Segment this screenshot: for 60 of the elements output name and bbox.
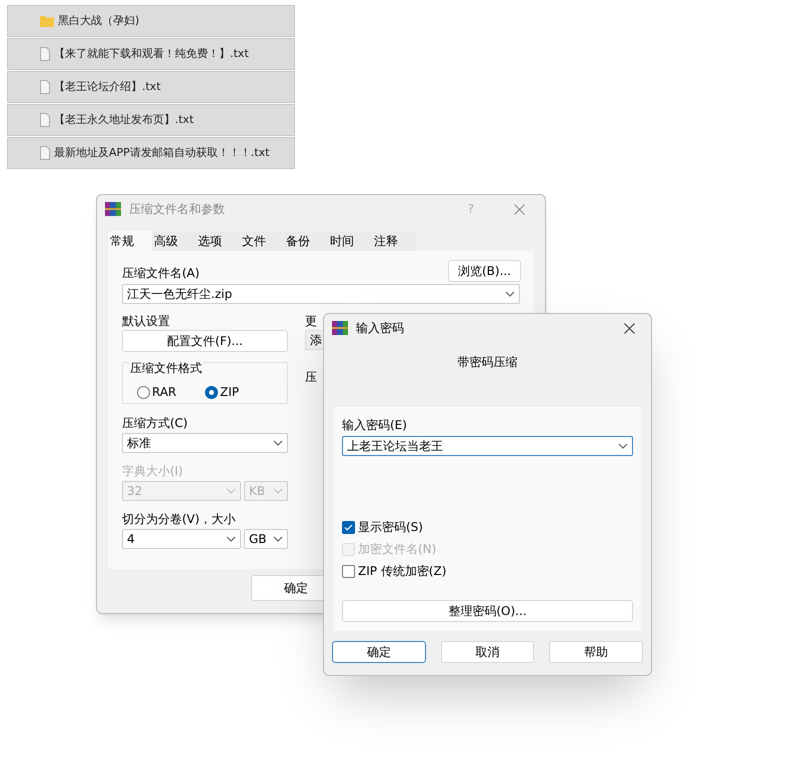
folder-icon: [40, 15, 54, 27]
file-row[interactable]: 【老王永久地址发布页】.txt: [7, 104, 295, 136]
field-label: 更: [305, 313, 318, 330]
field-label: 压缩文件名(A): [122, 265, 200, 282]
field-label: 默认设置: [122, 313, 171, 330]
button[interactable]: 配置文件(F)...: [122, 330, 288, 352]
chevron-down-icon: [273, 440, 283, 446]
archive-books-icon: [105, 202, 121, 216]
file-name: 最新地址及APP请发邮箱自动获取！！！.txt: [54, 144, 270, 161]
button[interactable]: 浏览(B)...: [448, 260, 521, 282]
chevron-down-icon: [226, 488, 236, 494]
field-label: 输入密码(E): [342, 417, 408, 434]
chevron-down-icon: [226, 536, 236, 542]
file-row[interactable]: 最新地址及APP请发邮箱自动获取！！！.txt: [7, 137, 295, 169]
chevron-down-icon: [273, 536, 283, 542]
dropdown-field[interactable]: GB: [244, 529, 288, 549]
chevron-down-icon: [505, 291, 515, 297]
dropdown-field[interactable]: 江天一色无纤尘.zip: [122, 284, 520, 304]
document-icon: [40, 113, 50, 127]
tab[interactable]: 注释: [372, 231, 416, 251]
checkbox-option[interactable]: ZIP 传统加密(Z): [342, 562, 633, 580]
document-icon: [40, 80, 50, 94]
window-title: 压缩文件名和参数: [129, 201, 225, 218]
chevron-down-icon: [273, 488, 283, 494]
tab[interactable]: 时间: [328, 231, 372, 251]
tab[interactable]: 选项: [196, 231, 240, 251]
tab[interactable]: 高级: [152, 231, 196, 251]
button[interactable]: 帮助: [549, 641, 644, 663]
file-name: 黑白大战（孕妇): [58, 12, 140, 29]
file-name: 【来了就能下载和观看！纯免费！】.txt: [54, 46, 249, 62]
button[interactable]: 取消: [440, 641, 534, 663]
close-icon[interactable]: [624, 322, 635, 334]
dropdown-field[interactable]: 标准: [122, 433, 288, 453]
file-row[interactable]: 【老王论坛介绍】.txt: [7, 71, 295, 103]
dropdown-field[interactable]: 上老王论坛当老王: [342, 436, 633, 456]
button[interactable]: 确定: [332, 641, 426, 663]
dropdown-field[interactable]: 4: [122, 529, 241, 549]
file-row[interactable]: 【来了就能下载和观看！纯免费！】.txt: [7, 38, 295, 70]
window-title: 输入密码: [356, 320, 404, 337]
file-row[interactable]: 黑白大战（孕妇): [7, 5, 295, 37]
document-icon: [40, 146, 50, 160]
group-label: 压缩文件格式: [129, 359, 203, 377]
chevron-down-icon: [618, 443, 628, 449]
field-label: 压缩方式(C): [122, 415, 189, 432]
field-label: 字典大小(I): [122, 463, 184, 480]
group-label: 压: [305, 369, 318, 386]
checkbox-option[interactable]: 显示密码(S): [342, 518, 633, 536]
tab[interactable]: 备份: [284, 231, 328, 251]
tab[interactable]: 常规: [108, 231, 152, 251]
field-label: 切分为分卷(V)，大小: [122, 511, 237, 528]
radio-button[interactable]: ZIP: [205, 381, 273, 403]
tab[interactable]: 文件: [240, 231, 284, 251]
radio-button[interactable]: RAR: [137, 381, 205, 403]
file-name: 【老王永久地址发布页】.txt: [54, 112, 194, 128]
dialog-heading: 带密码压缩: [458, 354, 518, 371]
file-name: 【老王论坛介绍】.txt: [54, 78, 161, 95]
button[interactable]: 整理密码(O)...: [342, 600, 633, 622]
document-icon: [40, 47, 50, 61]
archive-books-icon: [332, 321, 348, 335]
check-icon: [344, 524, 353, 530]
